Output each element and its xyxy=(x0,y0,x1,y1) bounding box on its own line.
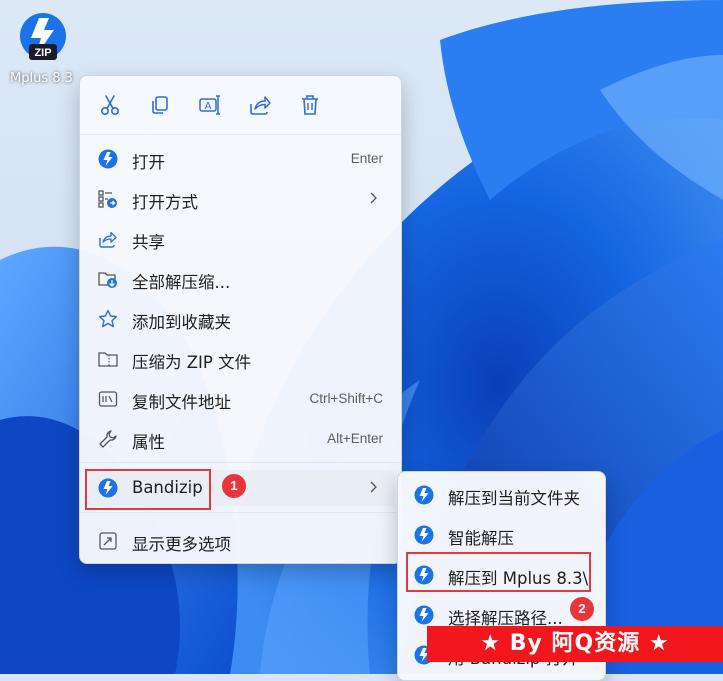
menu-item-shortcut: Ctrl+Shift+C xyxy=(309,391,383,406)
bandizip-icon xyxy=(98,149,118,169)
zip-badge-text: ZIP xyxy=(34,47,51,59)
copy-path-icon xyxy=(98,389,118,409)
menu-item-compress-zip[interactable]: 压缩为 ZIP 文件 xyxy=(86,341,395,377)
menu-item-shortcut: Alt+Enter xyxy=(327,431,383,446)
menu-item-label: 全部解压缩... xyxy=(132,273,231,292)
cut-button[interactable] xyxy=(97,92,123,118)
bandizip-icon xyxy=(414,525,434,549)
annotation-badge-2: 2 xyxy=(570,597,594,621)
share-icon xyxy=(98,229,118,249)
menu-item-shortcut: Enter xyxy=(350,151,383,166)
desktop-file-label: Mplus 8.3 xyxy=(10,71,73,86)
menu-item-share[interactable]: 共享 xyxy=(86,221,395,257)
submenu-item-smart-extract[interactable]: 智能解压 xyxy=(404,517,599,553)
scissors-icon xyxy=(101,95,120,116)
menu-item-label: 共享 xyxy=(132,233,165,252)
delete-button[interactable] xyxy=(297,92,323,118)
desktop-file-mplus[interactable]: ZIP Mplus 8.3 xyxy=(10,8,80,90)
menu-item-label: 显示更多选项 xyxy=(132,535,231,554)
separator xyxy=(80,134,401,135)
svg-text:A: A xyxy=(205,101,212,112)
bandizip-icon xyxy=(98,478,118,498)
annotation-badge-1: 1 xyxy=(222,474,246,498)
submenu-item-label: 智能解压 xyxy=(448,529,514,548)
rename-button[interactable]: A xyxy=(197,92,223,118)
menu-item-label: 复制文件地址 xyxy=(132,393,231,412)
menu-item-open-with[interactable]: 打开方式 xyxy=(86,181,395,217)
star-icon xyxy=(98,309,118,329)
menu-item-copy-path[interactable]: 复制文件地址 Ctrl+Shift+C xyxy=(86,381,395,417)
bandizip-icon xyxy=(414,485,434,509)
context-toolbar: A xyxy=(80,76,401,134)
separator xyxy=(80,462,401,463)
menu-item-add-favorites[interactable]: 添加到收藏夹 xyxy=(86,301,395,337)
more-options-icon xyxy=(98,531,118,551)
zip-folder-icon xyxy=(98,349,118,369)
zip-archive-icon: ZIP xyxy=(20,13,66,60)
menu-item-extract-all[interactable]: 全部解压缩... xyxy=(86,261,395,297)
submenu-item-extract-to-folder[interactable]: 解压到 Mplus 8.3\ xyxy=(404,557,599,593)
bandizip-icon xyxy=(414,565,434,589)
menu-item-label: 添加到收藏夹 xyxy=(132,313,231,332)
chevron-right-icon xyxy=(370,192,377,204)
submenu-item-label: 解压到 Mplus 8.3\ xyxy=(448,569,589,588)
wrench-icon xyxy=(98,429,118,449)
trash-icon xyxy=(302,95,318,115)
submenu-item-label: 解压到当前文件夹 xyxy=(448,489,580,508)
watermark-banner: ★ By 阿Q资源 ★ xyxy=(427,626,723,662)
menu-item-label: Bandizip xyxy=(132,478,203,497)
copy-button[interactable] xyxy=(147,92,173,118)
menu-item-label: 属性 xyxy=(132,433,165,452)
menu-item-show-more[interactable]: 显示更多选项 xyxy=(86,523,395,559)
rename-icon: A xyxy=(199,95,220,115)
menu-item-label: 压缩为 ZIP 文件 xyxy=(132,353,252,372)
share-icon xyxy=(250,96,271,115)
menu-item-label: 打开 xyxy=(132,153,165,172)
menu-item-label: 打开方式 xyxy=(132,193,198,212)
chevron-right-icon xyxy=(370,481,377,493)
open-with-icon xyxy=(98,189,118,209)
separator xyxy=(80,512,401,513)
menu-item-properties[interactable]: 属性 Alt+Enter xyxy=(86,421,395,457)
share-button[interactable] xyxy=(247,92,273,118)
menu-item-open[interactable]: 打开 Enter xyxy=(86,141,395,177)
copy-icon xyxy=(152,96,168,114)
extract-all-icon xyxy=(98,269,118,289)
submenu-item-extract-here[interactable]: 解压到当前文件夹 xyxy=(404,477,599,513)
